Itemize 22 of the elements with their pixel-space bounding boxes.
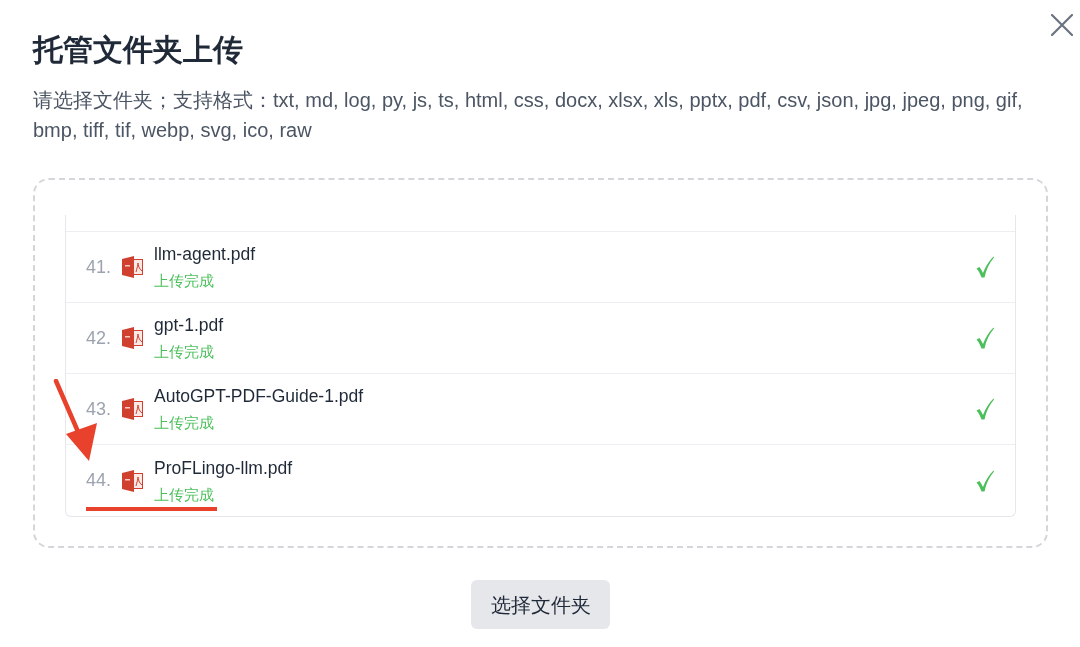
supported-formats-text: 请选择文件夹；支持格式：txt, md, log, py, js, ts, html, css, docx, xlsx, xls, pptx, pdf, csv, json, jpg, jpeg, png, gif, bmp, tiff, tif, webp, svg, ico, raw (33, 88, 1024, 143)
pdf-file-icon (122, 327, 143, 349)
pdf-file-icon (122, 398, 143, 420)
close-button[interactable] (1050, 13, 1074, 37)
row-number: 41. (86, 255, 113, 279)
drop-zone[interactable]: 41. llm-agent.pdf 上传完成 42. gpt-1.pdf 上传完成 43. AutoGPT-PDF-Guide-1.pdf 上传完成 44. ProFLingo-llm.pdf 上传完成 (33, 178, 1048, 548)
row-number: 43. (86, 397, 113, 421)
row-number: 44. (86, 469, 113, 492)
file-name: gpt-1.pdf (154, 314, 224, 336)
file-name: ProFLingo-llm.pdf (154, 456, 293, 479)
upload-status: 上传完成 (154, 413, 214, 433)
row-number: 42. (86, 326, 113, 350)
file-name: llm-agent.pdf (154, 243, 256, 265)
file-name: AutoGPT-PDF-Guide-1.pdf (154, 385, 364, 407)
upload-status: 上传完成 (154, 342, 214, 362)
select-folder-button[interactable]: 选择文件夹 (471, 580, 610, 629)
upload-status: 上传完成 (154, 484, 214, 505)
pdf-file-icon (122, 256, 143, 278)
dialog-title: 托管文件夹上传 (33, 32, 243, 68)
pdf-file-icon (122, 469, 143, 492)
close-icon (1051, 14, 1073, 36)
upload-status: 上传完成 (154, 271, 214, 291)
